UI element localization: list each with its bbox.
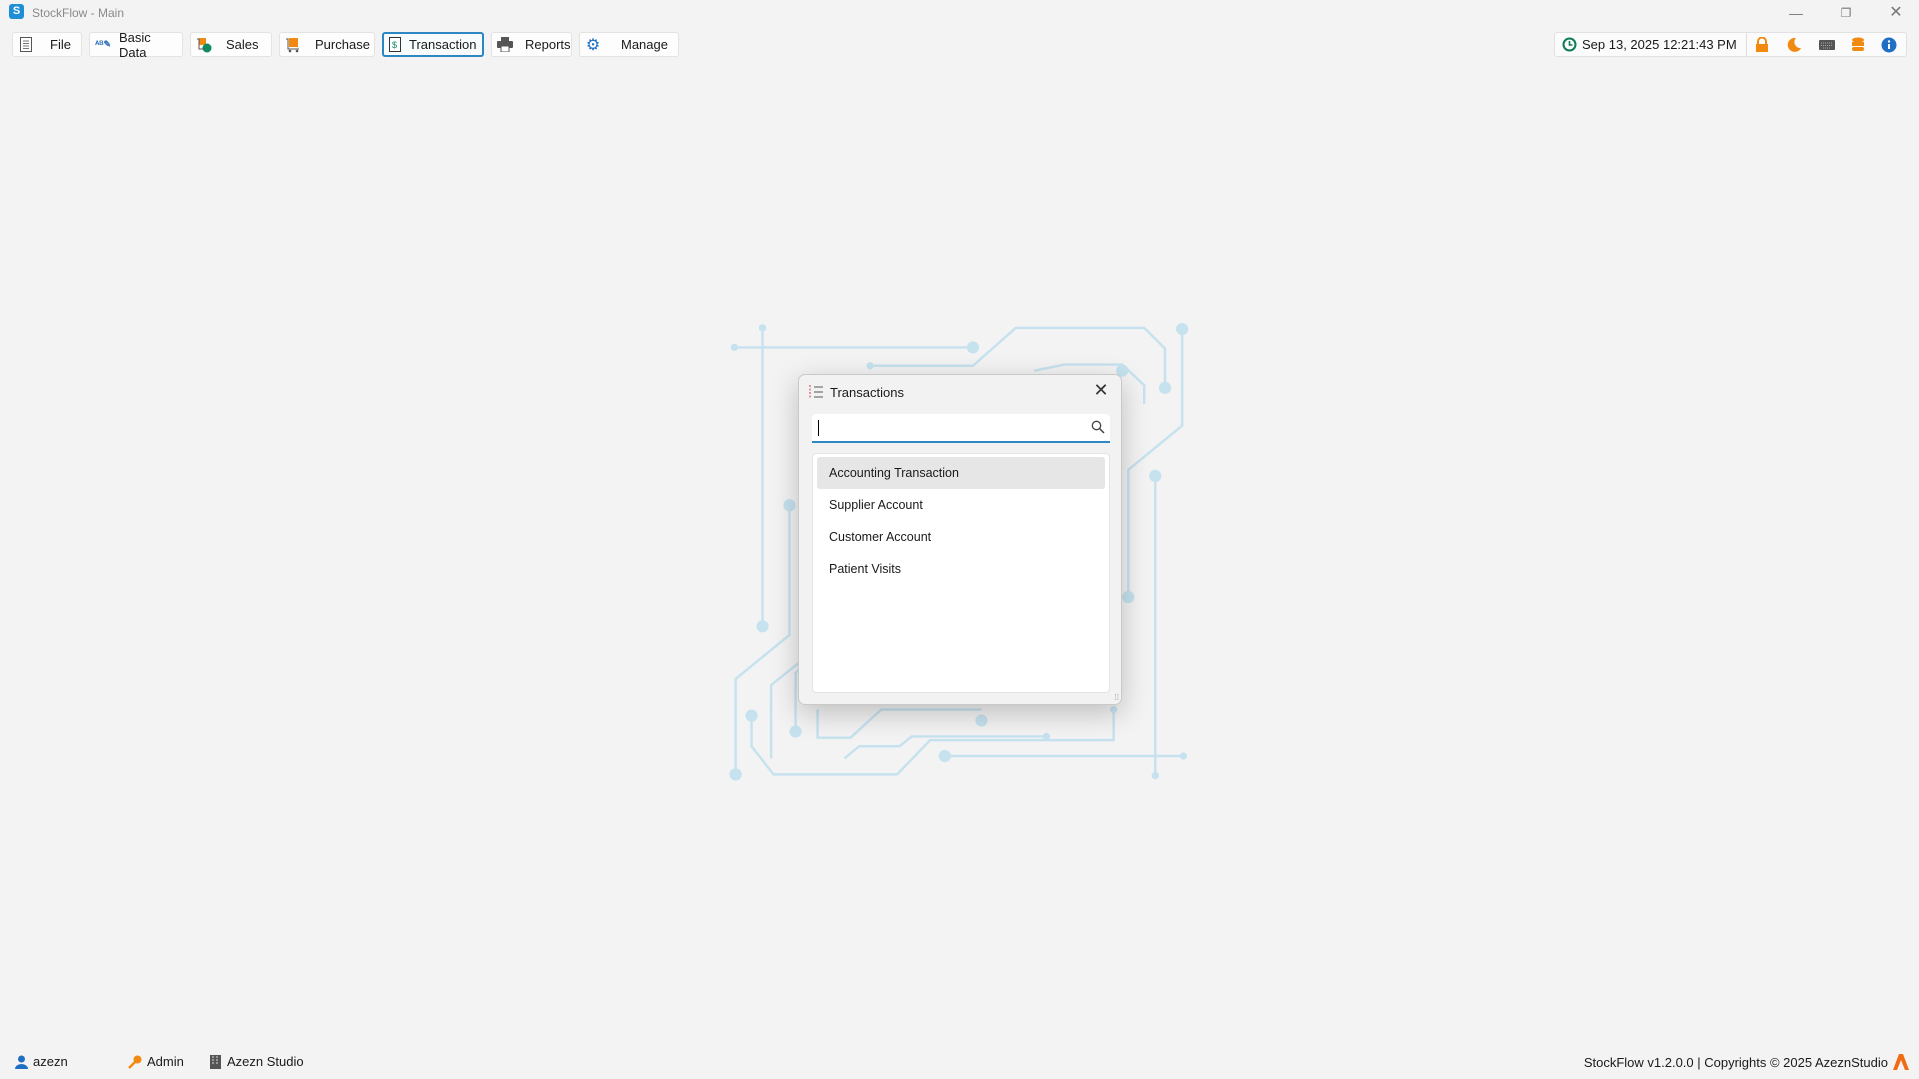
list-item-supplier-account[interactable]: Supplier Account	[817, 489, 1105, 521]
search-input[interactable]	[818, 414, 1078, 440]
database-icon[interactable]	[1852, 37, 1865, 52]
building-icon	[210, 1054, 221, 1069]
sales-icon	[196, 37, 212, 53]
search-icon[interactable]	[1091, 420, 1105, 434]
azezn-logo-icon	[1893, 1054, 1909, 1070]
printer-icon	[497, 37, 513, 53]
file-button[interactable]: File	[12, 32, 82, 57]
version-info: StockFlow v1.2.0.0 | Copyrights © 2025 A…	[1584, 1054, 1909, 1070]
role-indicator: Admin	[128, 1054, 184, 1069]
search-box	[812, 414, 1110, 443]
dialog-title: Transactions	[830, 385, 904, 400]
cart-icon	[285, 37, 301, 53]
transactions-dialog: Transactions ✕ Accounting Transaction Su…	[798, 374, 1122, 705]
list-icon	[809, 385, 823, 399]
key-icon	[128, 1055, 142, 1069]
app-logo-icon: S	[9, 4, 24, 19]
company-indicator: Azezn Studio	[209, 1054, 304, 1069]
text-caret	[818, 420, 819, 436]
status-panel: Sep 13, 2025 12:21:43 PM	[1554, 32, 1907, 57]
minimize-button[interactable]: —	[1781, 3, 1811, 23]
list-item-accounting-transaction[interactable]: Accounting Transaction	[817, 457, 1105, 489]
status-bar: azezn Admin Azezn Studio StockFlow v1.2.…	[0, 1054, 1919, 1074]
list-item-customer-account[interactable]: Customer Account	[817, 521, 1105, 553]
clock-icon	[1562, 37, 1577, 52]
gear-icon: ⚙	[585, 36, 601, 54]
resize-grip[interactable]: ⁞⁞	[1115, 693, 1119, 702]
dollar-icon: $	[389, 37, 401, 53]
purchase-button[interactable]: Purchase	[279, 32, 375, 57]
basic-data-button[interactable]: ᴬᴮ✎ Basic Data	[89, 30, 183, 60]
manage-button[interactable]: ⚙ Manage	[579, 32, 679, 57]
moon-icon[interactable]	[1787, 37, 1802, 52]
user-indicator: azezn	[15, 1054, 68, 1069]
lock-icon[interactable]	[1755, 37, 1769, 52]
restore-button[interactable]: ❐	[1831, 3, 1861, 23]
close-dialog-button[interactable]: ✕	[1091, 380, 1111, 401]
transaction-button[interactable]: $ Transaction	[382, 32, 484, 57]
transactions-list: Accounting Transaction Supplier Account …	[812, 453, 1110, 693]
svg-text:$: $	[392, 40, 397, 50]
datetime-display: Sep 13, 2025 12:21:43 PM	[1555, 33, 1747, 56]
list-item-patient-visits[interactable]: Patient Visits	[817, 553, 1105, 585]
document-icon	[18, 37, 34, 53]
title-bar: S StockFlow - Main — ❐ ✕	[0, 0, 1919, 26]
user-icon	[15, 1055, 28, 1069]
reports-button[interactable]: Reports	[491, 32, 572, 57]
edit-abc-icon: ᴬᴮ✎	[95, 39, 112, 49]
main-toolbar: File ᴬᴮ✎ Basic Data Sales Purchase $ Trans…	[12, 30, 679, 60]
window-title: StockFlow - Main	[32, 6, 125, 20]
close-window-button[interactable]: ✕	[1881, 3, 1911, 23]
info-icon[interactable]	[1881, 37, 1897, 53]
keyboard-icon[interactable]	[1818, 39, 1835, 51]
sales-button[interactable]: Sales	[190, 32, 272, 57]
